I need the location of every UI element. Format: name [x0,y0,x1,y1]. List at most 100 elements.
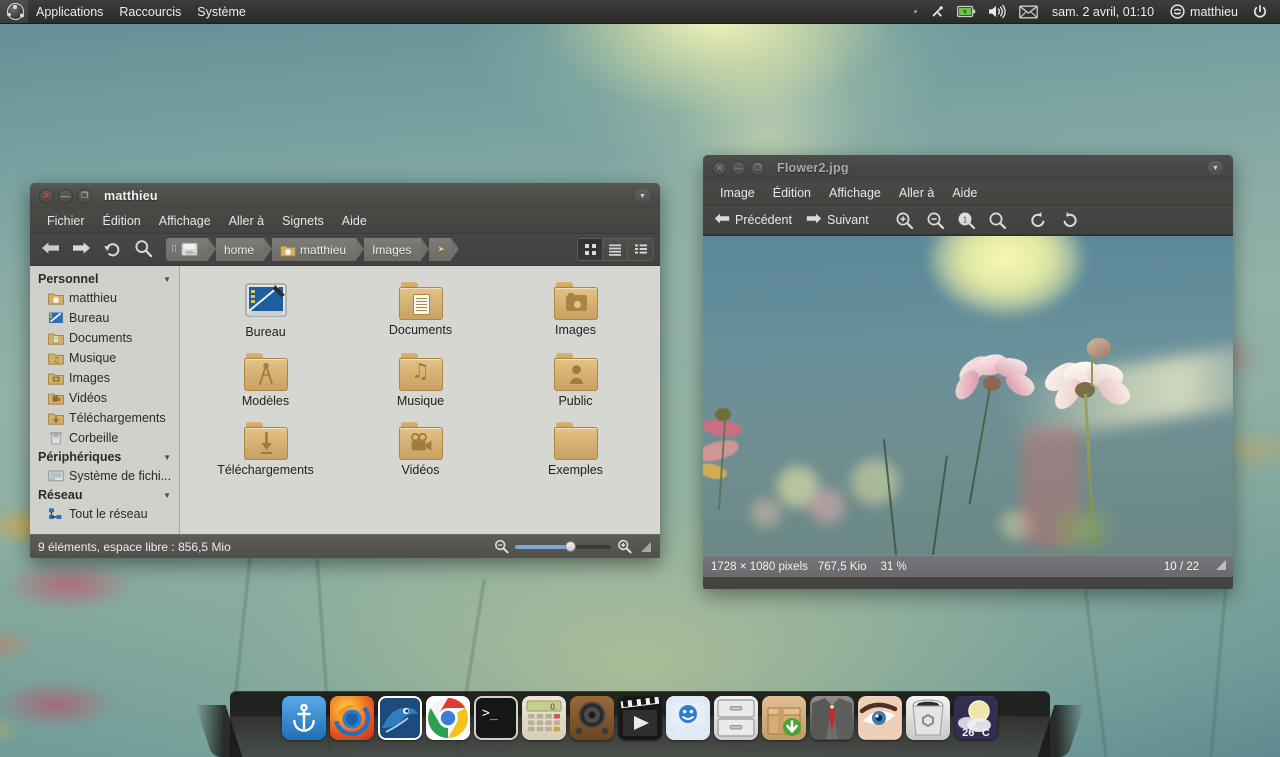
breadcrumb-overflow[interactable]: ➤ [429,238,459,261]
menu-raccourcis[interactable]: Raccourcis [111,0,189,23]
iv-menu-image[interactable]: Image [711,181,764,205]
previous-button[interactable]: Précédent [709,208,799,232]
sidebar-item-telechargements[interactable]: Téléchargements [30,408,179,428]
file-item-documents[interactable]: Documents [343,278,498,343]
sidebar-item-musique[interactable]: ♫ Musique [30,348,179,368]
rotate-left-button[interactable] [1024,208,1053,232]
list-view-button[interactable] [603,239,628,260]
dock-item-filecabinet[interactable] [714,696,758,740]
breadcrumb-item-matthieu[interactable]: matthieu [272,238,365,261]
volume-icon[interactable] [982,0,1013,24]
sidebar-header-personnel[interactable]: Personnel ▼ [30,270,179,288]
file-manager-content[interactable]: Bureau Documents Images Modèles ♫ Musiqu… [180,266,660,534]
rotate-right-button[interactable] [1055,208,1084,232]
fm-menu-aide[interactable]: Aide [333,209,376,233]
search-button[interactable] [129,238,158,262]
dock-item-empathy[interactable] [666,696,710,740]
dock-item-updatemanager[interactable] [762,696,806,740]
bluetooth-icon[interactable] [923,0,951,24]
maximize-button[interactable]: ❐ [77,188,92,204]
dock-item-trash[interactable] [906,696,950,740]
image-viewer-titlebar[interactable]: ✕ — ❐ Flower2.jpg ▼ [703,155,1233,181]
fm-menu-affichage[interactable]: Affichage [150,209,220,233]
iv-menu-allera[interactable]: Aller à [890,181,943,205]
image-viewer-window[interactable]: ✕ — ❐ Flower2.jpg ▼ Image Édition Affich… [703,155,1233,589]
dock-item-movieplayer[interactable] [618,696,662,740]
back-button[interactable] [36,238,65,262]
next-button[interactable]: Suivant [801,208,876,232]
zoom-out-button[interactable] [921,208,950,232]
zoom-out-icon[interactable] [494,539,509,554]
dock-item-rhythmbox[interactable] [570,696,614,740]
file-item-bureau[interactable]: Bureau [188,278,343,343]
reload-button[interactable] [98,238,127,262]
mail-icon[interactable] [1013,0,1044,24]
close-button[interactable]: ✕ [39,188,54,204]
dock-item-firefox[interactable] [330,696,374,740]
sidebar-item-bureau[interactable]: Bureau [30,308,179,328]
close-button[interactable]: ✕ [712,160,727,176]
window-menu-arrow-icon[interactable]: ▼ [1208,161,1223,175]
ubuntu-logo-button[interactable] [0,0,28,23]
breadcrumb-item-home[interactable]: home [216,238,273,261]
sidebar-item-matthieu[interactable]: matthieu [30,288,179,308]
file-grid: Bureau Documents Images Modèles ♫ Musiqu… [180,278,660,481]
dock-item-calculator[interactable]: 0. [522,696,566,740]
sidebar-item-tout-le-reseau[interactable]: Tout le réseau [30,504,179,524]
maximize-button[interactable]: ❐ [750,160,765,176]
menu-systeme[interactable]: Système [189,0,254,23]
resize-grip[interactable] [640,541,652,553]
fm-menu-signets[interactable]: Signets [273,209,333,233]
iv-menu-aide[interactable]: Aide [943,181,986,205]
dock-item-eye[interactable] [858,696,902,740]
file-manager-titlebar[interactable]: ✕ — ❐ matthieu ▼ [30,183,660,209]
file-item-images[interactable]: Images [498,278,653,343]
battery-icon[interactable] [951,0,982,24]
compact-view-button[interactable] [628,239,653,260]
file-item-modeles[interactable]: Modèles [188,349,343,412]
breadcrumb-item-images[interactable]: Images [364,238,430,261]
minimize-button[interactable]: — [58,188,73,204]
file-item-public[interactable]: Public [498,349,653,412]
dock-item-chrome[interactable] [426,696,470,740]
sidebar-item-systeme-de-fichiers[interactable]: Système de fichi... [30,466,179,486]
dock-item-terminal[interactable]: >_ [474,696,518,740]
icon-view-button[interactable] [578,239,603,260]
file-item-musique[interactable]: ♫ Musique [343,349,498,412]
minimize-button[interactable]: — [731,160,746,176]
clock[interactable]: sam. 2 avril, 01:10 [1044,0,1162,23]
user-menu[interactable]: matthieu [1162,0,1246,23]
fm-menu-fichier[interactable]: Fichier [38,209,94,233]
zoom-in-icon[interactable] [617,539,632,554]
sidebar-header-peripheriques[interactable]: Périphériques ▼ [30,448,179,466]
zoom-in-button[interactable] [890,208,919,232]
sidebar-item-videos[interactable]: Vidéos [30,388,179,408]
sidebar-item-corbeille[interactable]: Corbeille [30,428,179,448]
power-icon[interactable] [1246,0,1274,24]
window-menu-arrow-icon[interactable]: ▼ [635,189,650,203]
sidebar-header-reseau[interactable]: Réseau ▼ [30,486,179,504]
dock-item-weather[interactable]: 26° C [954,696,998,740]
breadcrumb-item-root[interactable]: ⌷ [166,238,216,261]
file-item-telechargements[interactable]: Téléchargements [188,418,343,481]
dock-item-thunderbird[interactable] [378,696,422,740]
dock-item-docky[interactable] [282,696,326,740]
dock-item-suit[interactable] [810,696,854,740]
file-item-videos[interactable]: Vidéos [343,418,498,481]
tray-dot-icon[interactable] [908,0,923,24]
iv-menu-affichage[interactable]: Affichage [820,181,890,205]
file-manager-window[interactable]: ✕ — ❐ matthieu ▼ Fichier Édition Afficha… [30,183,660,558]
forward-button[interactable] [67,238,96,262]
sidebar-item-images[interactable]: Images [30,368,179,388]
menu-applications[interactable]: Applications [28,0,111,23]
fm-menu-allera[interactable]: Aller à [220,209,273,233]
best-fit-button[interactable] [983,208,1012,232]
fm-menu-edition[interactable]: Édition [94,209,150,233]
zoom-slider[interactable] [515,540,611,552]
file-item-exemples[interactable]: Exemples [498,418,653,481]
resize-grip[interactable] [1215,559,1227,574]
iv-menu-edition[interactable]: Édition [764,181,820,205]
sidebar-item-documents[interactable]: Documents [30,328,179,348]
normal-size-button[interactable]: 1 [952,208,981,232]
image-viewer-canvas[interactable] [703,235,1233,555]
